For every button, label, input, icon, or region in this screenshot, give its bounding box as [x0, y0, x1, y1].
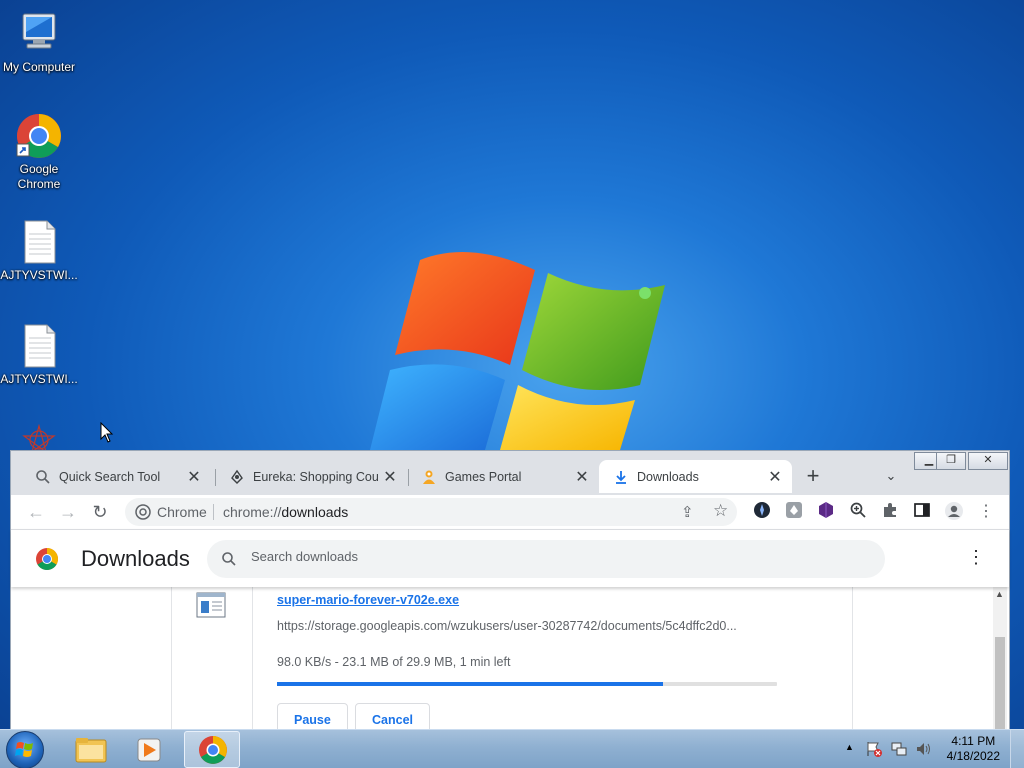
search-downloads-box[interactable]: [207, 540, 885, 578]
omnibox-url[interactable]: chrome://downloads: [223, 504, 348, 520]
volume-icon[interactable]: [914, 740, 932, 761]
download-status: 98.0 KB/s - 23.1 MB of 29.9 MB, 1 min le…: [277, 655, 511, 669]
show-desktop-button[interactable]: [1010, 730, 1024, 768]
start-button[interactable]: [6, 731, 44, 768]
page-scrollbar[interactable]: ▲: [993, 587, 1007, 730]
search-downloads-input[interactable]: [251, 549, 851, 564]
downloads-content: super-mario-forever-v702e.exe https://st…: [11, 587, 1009, 730]
system-tray: ▲: [840, 730, 940, 768]
omnibox-site-label: Chrome: [157, 504, 207, 520]
extension-gem-icon[interactable]: [815, 501, 837, 523]
tab-eureka[interactable]: Eureka: Shopping Coupons ✕: [215, 460, 407, 493]
taskbar-explorer[interactable]: [62, 731, 118, 768]
download-filename-link[interactable]: super-mario-forever-v702e.exe: [277, 593, 459, 607]
omnibox-divider: [213, 504, 214, 520]
pause-button[interactable]: Pause: [277, 703, 348, 730]
download-icon: [613, 469, 629, 485]
document-icon: [15, 322, 63, 370]
zoom-icon[interactable]: [847, 501, 869, 523]
tab-downloads[interactable]: Downloads ✕: [599, 460, 792, 493]
eureka-icon: [229, 469, 245, 485]
url-scheme: chrome://: [223, 504, 282, 520]
desktop-icon-google-chrome[interactable]: Google Chrome: [0, 112, 78, 192]
close-tab-icon[interactable]: ✕: [571, 467, 593, 487]
desktop-icon-label: My Computer: [2, 60, 76, 74]
share-icon[interactable]: ⇪: [681, 503, 694, 521]
taskbar-media-player[interactable]: [122, 731, 178, 768]
back-button[interactable]: ←: [25, 501, 47, 523]
tab-title: Quick Search Tool: [59, 469, 161, 484]
cancel-button[interactable]: Cancel: [355, 703, 430, 730]
search-icon: [35, 469, 51, 485]
chrome-logo-icon: [35, 547, 59, 574]
download-source-url[interactable]: https://storage.googleapis.com/wzukusers…: [277, 619, 777, 633]
chrome-menu-icon[interactable]: ⋮: [975, 501, 997, 523]
sidepanel-icon[interactable]: [911, 501, 933, 523]
show-hidden-icons-icon[interactable]: ▲: [845, 742, 854, 752]
scroll-up-arrow-icon[interactable]: ▲: [995, 589, 1004, 599]
scrollbar-thumb[interactable]: [995, 637, 1005, 730]
bookmark-star-icon[interactable]: ☆: [713, 501, 728, 521]
games-icon: [421, 469, 437, 485]
close-tab-icon[interactable]: ✕: [379, 467, 401, 487]
desktop-icon-file-2[interactable]: AJTYVSTWI...: [0, 322, 78, 387]
file-icon-column: [172, 587, 253, 730]
explorer-icon: [75, 738, 107, 763]
chrome-window: Quick Search Tool ✕ Eureka: Shopping Cou…: [10, 450, 1010, 730]
tab-title: Downloads: [637, 469, 699, 484]
chrome-icon: [199, 736, 227, 764]
search-icon: [221, 551, 237, 570]
profile-icon[interactable]: [943, 501, 965, 523]
reload-button[interactable]: ↻: [89, 501, 111, 523]
clock-time: 4:11 PM: [951, 734, 996, 748]
windows-start-icon: [15, 742, 33, 757]
chrome-logo-icon: [135, 504, 151, 523]
close-tab-icon[interactable]: ✕: [764, 467, 786, 487]
clock[interactable]: 4:11 PM 4/18/2022: [947, 734, 1000, 764]
desktop-icon-file-1[interactable]: AJTYVSTWI...: [0, 218, 78, 283]
tab-quick-search[interactable]: Quick Search Tool ✕: [21, 460, 211, 493]
omnibox[interactable]: Chrome chrome://downloads ⇪ ☆: [125, 498, 737, 526]
extension-eureka-icon[interactable]: [783, 501, 805, 523]
tab-search-chevron-icon[interactable]: ⌄: [880, 465, 902, 487]
exe-file-icon: [196, 592, 226, 621]
close-tab-icon[interactable]: ✕: [183, 467, 205, 487]
page-title: Downloads: [81, 546, 190, 571]
mouse-cursor-icon: [100, 422, 114, 443]
forward-button[interactable]: →: [57, 501, 79, 523]
desktop-icon-label: AJTYVSTWI...: [0, 268, 78, 282]
extension-globe-icon[interactable]: [751, 501, 773, 523]
tab-title: Games Portal: [445, 469, 522, 484]
downloads-more-menu-icon[interactable]: ⋮: [967, 547, 985, 568]
windows-logo: [360, 245, 680, 450]
chrome-shortcut-icon: [15, 112, 63, 160]
chrome-toolbar: ← → ↻ Chrome chrome://downloads ⇪ ☆ ⋮: [11, 495, 1009, 529]
download-progress-bar: [277, 682, 777, 686]
download-progress-fill: [277, 682, 664, 686]
desktop-icon-label: AJTYVSTWI...: [0, 372, 78, 386]
taskbar: ▲ 4:11 PM 4/18/2022: [0, 729, 1024, 768]
media-player-icon: [137, 738, 161, 762]
downloads-header: Downloads ⋮: [11, 529, 1009, 587]
url-path: downloads: [281, 504, 349, 520]
clock-date: 4/18/2022: [946, 749, 1000, 763]
action-center-flag-icon[interactable]: [865, 740, 883, 761]
restore-button[interactable]: ❐: [936, 452, 966, 470]
network-icon[interactable]: [890, 740, 908, 761]
tab-games-portal[interactable]: Games Portal ✕: [407, 460, 599, 493]
puzzle-icon[interactable]: [879, 501, 901, 523]
desktop-icon-my-computer[interactable]: My Computer: [0, 10, 78, 75]
close-window-button[interactable]: ✕: [968, 452, 1008, 470]
tab-title: Eureka: Shopping Coupons: [253, 469, 379, 484]
computer-icon: [15, 10, 63, 58]
tab-strip: Quick Search Tool ✕ Eureka: Shopping Cou…: [11, 451, 1009, 495]
document-icon: [15, 218, 63, 266]
taskbar-chrome[interactable]: [184, 731, 240, 768]
desktop-icon-label: Google Chrome: [17, 162, 61, 191]
new-tab-button[interactable]: +: [802, 465, 824, 487]
download-item-card: super-mario-forever-v702e.exe https://st…: [171, 587, 853, 730]
